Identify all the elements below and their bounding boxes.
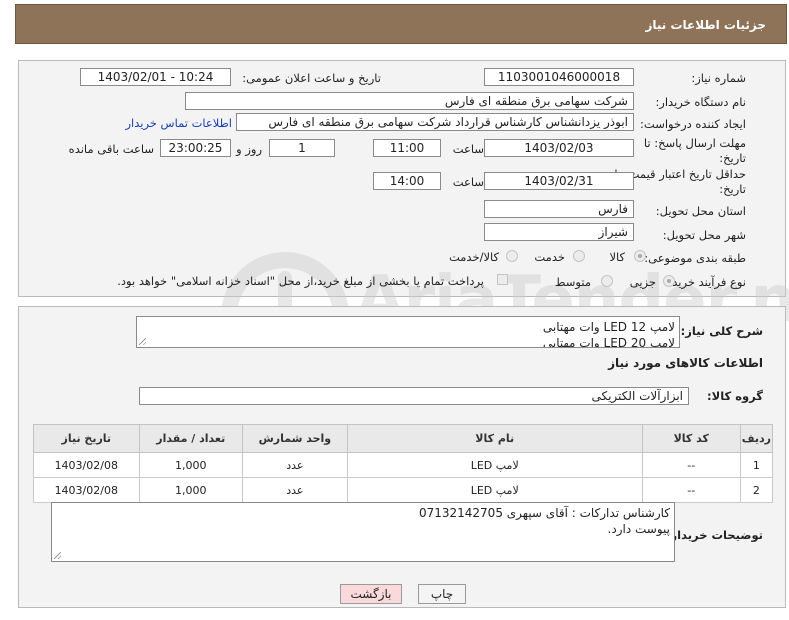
purchase-radio-minor[interactable] bbox=[663, 275, 675, 287]
goods-group-field: ابزارآلات الکتریکی bbox=[139, 387, 689, 405]
header-need-date: تاریخ نیاز bbox=[33, 424, 140, 453]
province-label: استان محل تحویل: bbox=[655, 204, 746, 218]
days-field: 1 bbox=[269, 139, 335, 157]
buyer-notes-label: توضیحات خریدار: bbox=[665, 528, 763, 542]
header-item-name: نام کالا bbox=[346, 424, 643, 453]
header-unit: واحد شمارش bbox=[241, 424, 348, 453]
description-label: شرح کلی نیاز: bbox=[680, 324, 763, 338]
page-header: جزئیات اطلاعات نیاز bbox=[15, 4, 787, 44]
goods-group-label: گروه کالا: bbox=[707, 389, 763, 403]
treasury-payment-note: پرداخت تمام یا بخشی از مبلغ خرید،از محل … bbox=[117, 274, 484, 288]
creator-label: ایجاد کننده درخواست: bbox=[640, 117, 746, 131]
description-line-1: لامپ LED 12 وات مهتابی bbox=[542, 320, 675, 334]
city-label: شهر محل تحویل: bbox=[662, 228, 746, 242]
row-number: 1 bbox=[739, 452, 774, 478]
buyer-notes-line-1: کارشناس تدارکات : آقای سپهری 07132142705 bbox=[418, 506, 670, 520]
remaining-time-label: ساعت باقی مانده bbox=[68, 142, 154, 156]
item-quantity: 1,000 bbox=[138, 477, 243, 503]
announce-datetime-field: 1403/02/01 - 10:24 bbox=[80, 68, 231, 86]
items-table: ردیف کد کالا نام کالا واحد شمارش تعداد /… bbox=[33, 424, 774, 503]
resize-grip-icon[interactable] bbox=[54, 552, 61, 559]
table-header-row: ردیف کد کالا نام کالا واحد شمارش تعداد /… bbox=[33, 424, 774, 453]
need-number-label: شماره نیاز: bbox=[691, 71, 746, 85]
days-label: روز و bbox=[236, 142, 262, 156]
purchase-type-label: نوع فرآیند خرید : bbox=[664, 275, 746, 289]
validity-date-field: 1403/02/31 bbox=[484, 172, 634, 190]
buyer-org-field: شرکت سهامی برق منطقه ای فارس bbox=[185, 92, 634, 110]
buyer-notes-textarea[interactable]: کارشناس تدارکات : آقای سپهری 07132142705… bbox=[51, 502, 675, 562]
table-row: 2 -- لامپ LED عدد 1,000 1403/02/08 bbox=[33, 477, 774, 503]
validity-time-label: ساعت bbox=[452, 175, 484, 189]
category-radio-service[interactable] bbox=[573, 250, 585, 262]
item-unit: عدد bbox=[241, 477, 348, 503]
reply-date-field: 1403/02/03 bbox=[484, 139, 634, 157]
reply-time-label: ساعت bbox=[452, 142, 484, 156]
item-unit: عدد bbox=[241, 452, 348, 478]
buyer-notes-line-2: پیوست دارد. bbox=[607, 522, 670, 536]
purchase-option-minor: جزیی bbox=[629, 275, 656, 289]
category-radio-goods-service[interactable] bbox=[506, 250, 518, 262]
creator-field: ابوذر یزدانشناس کارشناس قرارداد شرکت سها… bbox=[236, 113, 634, 131]
validity-time-field: 14:00 bbox=[373, 172, 441, 190]
purchase-option-medium: متوسط bbox=[554, 275, 591, 289]
back-button[interactable]: بازگشت bbox=[340, 584, 402, 604]
category-option-service: خدمت bbox=[534, 250, 565, 264]
table-row: 1 -- لامپ LED عدد 1,000 1403/02/08 bbox=[33, 452, 774, 478]
reply-time-field: 11:00 bbox=[373, 139, 441, 157]
treasury-payment-checkbox[interactable] bbox=[497, 274, 508, 285]
item-code: -- bbox=[641, 452, 741, 478]
description-textarea[interactable]: لامپ LED 12 وات مهتابی لامپ LED 20 وات م… bbox=[136, 316, 680, 348]
item-code: -- bbox=[641, 477, 741, 503]
item-name: لامپ LED bbox=[346, 477, 643, 503]
resize-grip-icon[interactable] bbox=[139, 338, 146, 345]
header-item-code: کد کالا bbox=[641, 424, 741, 453]
purchase-radio-medium[interactable] bbox=[601, 275, 613, 287]
need-number-field: 1103001046000018 bbox=[484, 68, 634, 86]
goods-info-title: اطلاعات کالاهای مورد نیاز bbox=[608, 356, 763, 370]
item-need-date: 1403/02/08 bbox=[33, 452, 140, 478]
category-label: طبقه بندی موضوعی: bbox=[644, 251, 746, 265]
category-option-goods-service: کالا/خدمت bbox=[448, 250, 499, 264]
remaining-time-field: 23:00:25 bbox=[160, 139, 231, 157]
category-radio-goods[interactable] bbox=[634, 250, 646, 262]
announce-datetime-label: تاریخ و ساعت اعلان عمومی: bbox=[242, 71, 381, 85]
buyer-org-label: نام دستگاه خریدار: bbox=[655, 95, 746, 109]
province-field: فارس bbox=[484, 200, 634, 218]
category-option-goods: کالا bbox=[609, 250, 625, 264]
description-line-2: لامپ LED 20 وات مهتابی bbox=[542, 336, 675, 348]
header-quantity: تعداد / مقدار bbox=[138, 424, 243, 453]
item-quantity: 1,000 bbox=[138, 452, 243, 478]
item-name: لامپ LED bbox=[346, 452, 643, 478]
city-field: شیراز bbox=[484, 223, 634, 241]
print-button[interactable]: چاپ bbox=[418, 584, 466, 604]
reply-deadline-label: مهلت ارسال پاسخ: تا تاریخ: bbox=[643, 136, 746, 165]
header-row-number: ردیف bbox=[739, 424, 774, 453]
page-title: جزئیات اطلاعات نیاز bbox=[645, 18, 766, 32]
buyer-contact-link[interactable]: اطلاعات تماس خریدار bbox=[125, 116, 232, 130]
row-number: 2 bbox=[739, 477, 774, 503]
item-need-date: 1403/02/08 bbox=[33, 477, 140, 503]
